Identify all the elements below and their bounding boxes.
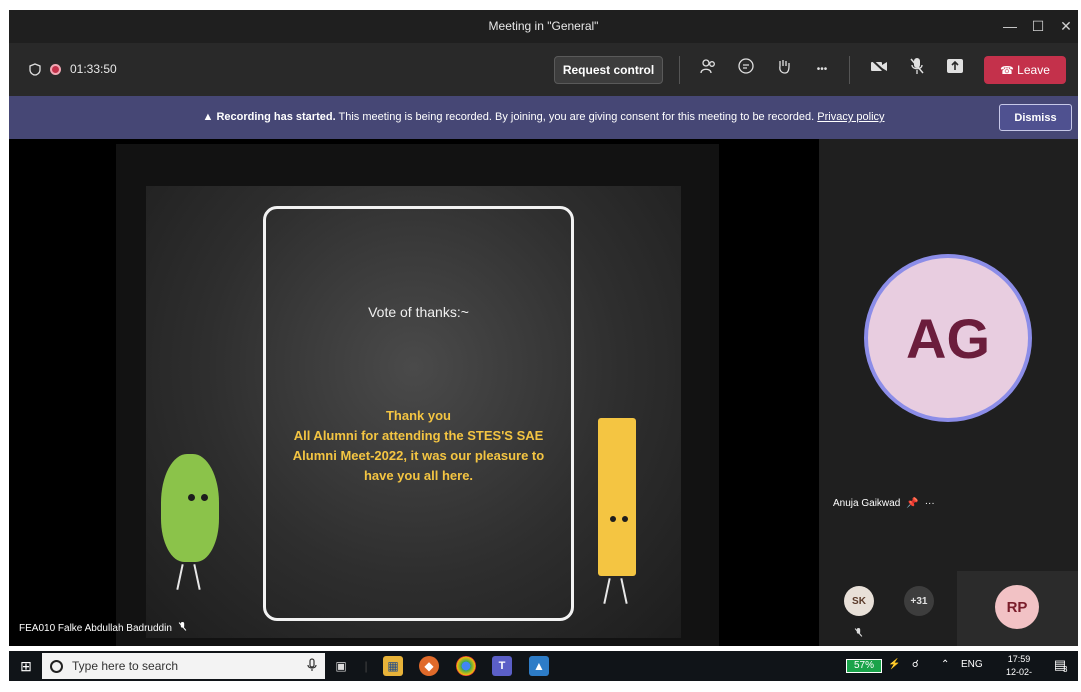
- more-options-icon[interactable]: ···: [925, 498, 935, 509]
- meeting-timer: 01:33:50: [70, 62, 117, 76]
- photos-icon[interactable]: ▲: [529, 656, 549, 676]
- more-options-icon[interactable]: •••: [809, 57, 835, 83]
- participant-avatar-sk[interactable]: SK: [844, 586, 874, 616]
- search-placeholder: Type here to search: [72, 659, 179, 673]
- clock-time: 17:59: [1007, 654, 1031, 664]
- yellow-character-illustration: [598, 418, 636, 576]
- notification-count: 3: [1063, 665, 1068, 674]
- shield-icon: [29, 62, 41, 76]
- slide-heading: Vote of thanks:~: [368, 304, 469, 320]
- slide-line: Alumni Meet-2022, it was our pleasure to: [292, 448, 545, 463]
- character-eye: [201, 494, 208, 501]
- banner-message: ▲ Recording has started. This meeting is…: [9, 111, 1078, 123]
- character-eye: [188, 494, 195, 501]
- recording-indicator-icon: [50, 63, 61, 75]
- speaker-name-tag: Anuja Gaikwad 📌 ···: [829, 495, 939, 512]
- battery-indicator[interactable]: 57%: [846, 659, 882, 673]
- chat-icon[interactable]: [733, 57, 759, 83]
- camera-off-icon[interactable]: [866, 57, 892, 83]
- more-participants-count[interactable]: +31: [904, 586, 934, 616]
- shared-slide: Vote of thanks:~ Thank you All Alumni fo…: [116, 144, 719, 646]
- character-eye: [622, 516, 628, 522]
- meeting-toolbar: 01:33:50 Request control ••• ☎ Leave: [9, 43, 1078, 96]
- speaker-name: Anuja Gaikwad: [833, 498, 901, 509]
- share-screen-icon[interactable]: [942, 57, 968, 83]
- system-clock[interactable]: 17:59 12-02-2022: [999, 653, 1039, 692]
- teams-icon[interactable]: T: [492, 656, 512, 676]
- taskbar-search-box[interactable]: Type here to search: [42, 653, 325, 679]
- leave-button[interactable]: ☎ Leave: [984, 56, 1066, 84]
- file-explorer-icon[interactable]: ▦: [383, 656, 403, 676]
- recording-banner: ▲ Recording has started. This meeting is…: [9, 96, 1078, 139]
- meeting-status: 01:33:50: [29, 62, 117, 76]
- character-eye: [610, 516, 616, 522]
- plug-icon[interactable]: ⚡: [888, 659, 900, 670]
- banner-title: Recording has started.: [216, 111, 336, 123]
- mic-off-icon: [178, 621, 187, 635]
- close-icon[interactable]: ✕: [1055, 16, 1077, 36]
- presenter-name: FEA010 Falke Abdullah Badruddin: [19, 622, 172, 634]
- self-view-tile: RP: [957, 571, 1078, 646]
- toolbar-divider: [849, 56, 850, 84]
- banner-text: This meeting is being recorded. By joini…: [335, 111, 818, 123]
- mic-off-icon: [854, 625, 863, 643]
- green-character-illustration: [161, 454, 219, 562]
- warning-icon: ▲: [202, 111, 214, 123]
- clock-date: 12-02-2022: [1005, 667, 1032, 690]
- cortana-circle-icon: [50, 659, 63, 673]
- slide-line: Thank you: [385, 408, 451, 423]
- dismiss-button[interactable]: Dismiss: [999, 104, 1072, 131]
- speaker-avatar: AG: [864, 254, 1032, 422]
- taskbar: ⊞ Type here to search ▣ | ▦ ◆ T ▲ 57% ⚡ …: [9, 651, 1078, 690]
- leave-label: Leave: [1017, 63, 1050, 77]
- character-leg: [620, 578, 628, 604]
- chrome-icon[interactable]: [456, 656, 476, 676]
- window-title: Meeting in "General": [488, 19, 599, 33]
- slide-thank-you-text: Thank you All Alumni for attending the S…: [273, 406, 564, 486]
- people-icon[interactable]: ☌: [912, 659, 919, 670]
- character-leg: [193, 564, 201, 590]
- brave-browser-icon[interactable]: ◆: [419, 656, 439, 676]
- taskbar-divider: |: [364, 659, 368, 673]
- self-avatar: RP: [995, 585, 1039, 629]
- raise-hand-icon[interactable]: [771, 57, 797, 83]
- toolbar-divider: [679, 56, 680, 84]
- request-control-button[interactable]: Request control: [554, 56, 663, 84]
- mic-off-icon[interactable]: [904, 57, 930, 83]
- maximize-icon[interactable]: ☐: [1027, 16, 1049, 36]
- language-indicator[interactable]: ENG: [961, 659, 983, 670]
- slide-chalkboard: Vote of thanks:~ Thank you All Alumni fo…: [146, 186, 681, 638]
- microphone-icon[interactable]: [307, 658, 317, 675]
- presenter-name-tag: FEA010 Falke Abdullah Badruddin: [19, 621, 187, 635]
- shared-content-stage: Vote of thanks:~ Thank you All Alumni fo…: [9, 139, 819, 646]
- privacy-policy-link[interactable]: Privacy policy: [817, 111, 884, 123]
- slide-line: have you all here.: [363, 468, 474, 483]
- participants-icon[interactable]: [695, 57, 721, 83]
- character-leg: [176, 564, 184, 590]
- minimize-icon[interactable]: —: [999, 16, 1021, 36]
- windows-start-icon[interactable]: ⊞: [16, 656, 36, 676]
- character-leg: [603, 578, 611, 604]
- slide-line: All Alumni for attending the STES'S SAE: [293, 428, 544, 443]
- chevron-up-icon[interactable]: ⌃: [941, 659, 949, 670]
- phone-hangup-icon: ☎: [1000, 65, 1014, 77]
- pin-icon[interactable]: 📌: [906, 498, 918, 509]
- task-view-icon[interactable]: ▣: [331, 656, 351, 676]
- title-bar: Meeting in "General" — ☐ ✕: [9, 10, 1078, 43]
- participants-panel: AG Anuja Gaikwad 📌 ··· SK +31 RP: [819, 139, 1078, 646]
